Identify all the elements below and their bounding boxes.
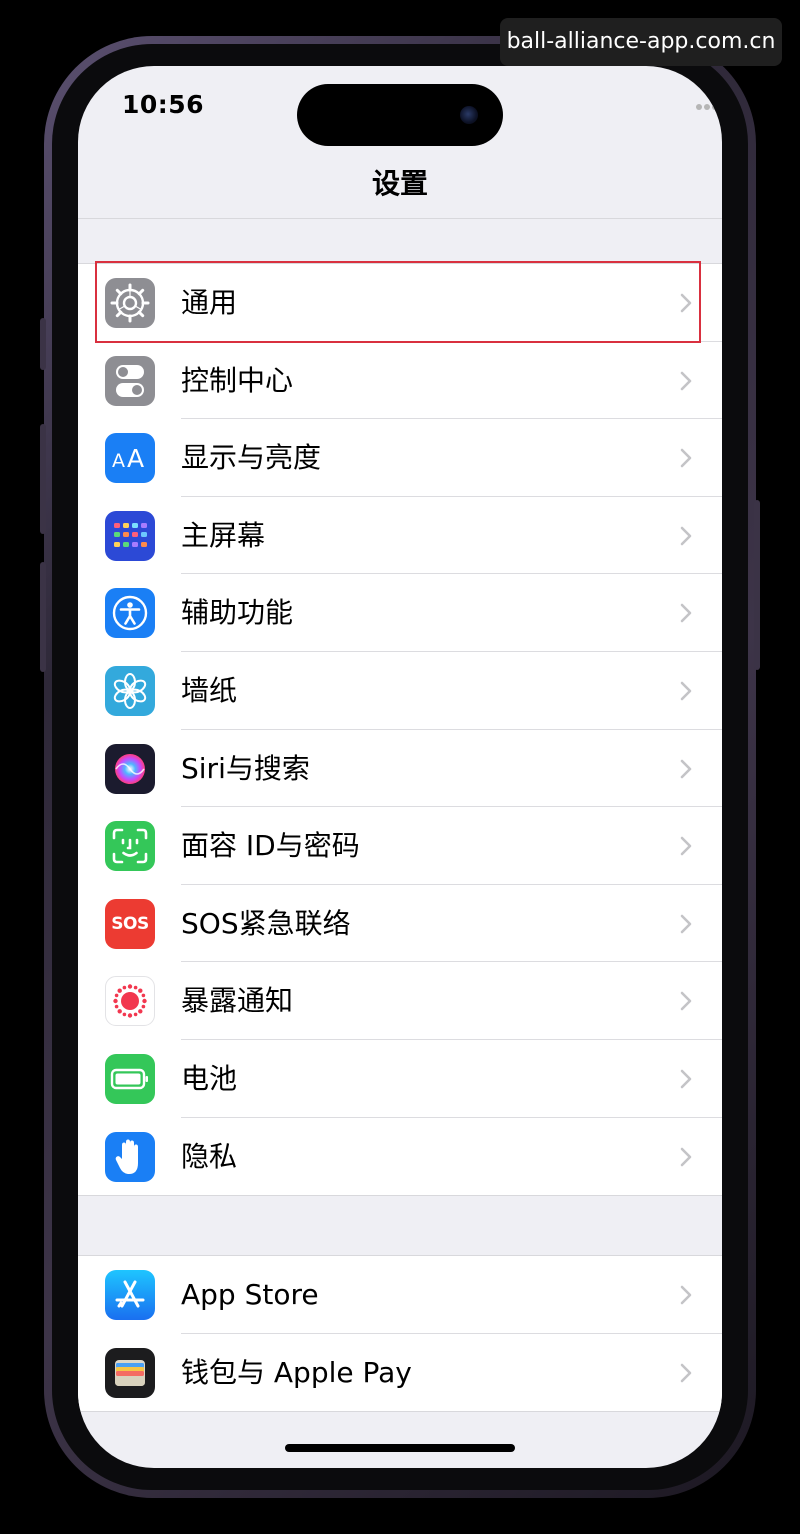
- chevron-right-icon: [680, 1069, 692, 1089]
- sos-icon-text: SOS: [111, 913, 149, 934]
- chevron-right-icon: [680, 604, 692, 623]
- settings-row-face-id-passcode[interactable]: 面容 ID与密码: [78, 807, 722, 885]
- settings-row-control-center[interactable]: 控制中心: [78, 342, 722, 420]
- settings-row-emergency-sos[interactable]: SOS SOS紧急联络: [78, 885, 722, 963]
- chevron-right-icon: [680, 681, 692, 701]
- text-size-icon: A A: [105, 433, 155, 484]
- status-time: 10:56: [122, 90, 205, 119]
- svg-text:A: A: [127, 444, 144, 473]
- exposure-icon: [105, 976, 155, 1027]
- settings-row-privacy[interactable]: 隐私: [78, 1118, 722, 1196]
- settings-row-wallpaper[interactable]: 墙纸: [78, 652, 722, 730]
- settings-row-label: 钱包与 Apple Pay: [181, 1355, 412, 1389]
- settings-row-home-screen[interactable]: 主屏幕: [78, 497, 722, 575]
- app-store-icon: [105, 1270, 155, 1320]
- settings-row-exposure-notifications[interactable]: 暴露通知: [78, 962, 722, 1040]
- chevron-right-icon: [680, 448, 692, 468]
- home-indicator[interactable]: [285, 1444, 515, 1452]
- screen: 10:56 设置 通用 控制中心 A A 显示与亮度 主屏幕 辅助功能 墙纸 S…: [78, 66, 722, 1468]
- chevron-right-icon: [680, 293, 692, 313]
- face-id-icon: [105, 821, 155, 872]
- settings-row-label: App Store: [181, 1278, 319, 1311]
- toggles-icon: [105, 355, 155, 406]
- settings-row-label: 控制中心: [181, 363, 294, 397]
- volume-up-button: [40, 424, 46, 534]
- settings-group-main: 通用 控制中心 A A 显示与亮度 主屏幕 辅助功能 墙纸 Siri与搜索 面容…: [78, 261, 722, 1197]
- settings-row-battery[interactable]: 电池: [78, 1040, 722, 1118]
- page-title: 设置: [371, 167, 428, 200]
- settings-row-label: 电池: [181, 1061, 238, 1095]
- settings-row-display-brightness[interactable]: A A 显示与亮度: [78, 419, 722, 497]
- power-button: [754, 500, 760, 670]
- settings-row-label: 显示与亮度: [181, 441, 322, 475]
- wallet-icon: [105, 1347, 155, 1398]
- chevron-right-icon: [680, 1285, 692, 1305]
- cellular-signal-icon: [696, 104, 722, 112]
- settings-row-label: 通用: [181, 286, 238, 319]
- settings-row-wallet-apple-pay[interactable]: 钱包与 Apple Pay: [78, 1334, 722, 1412]
- sos-icon: SOS: [105, 898, 155, 949]
- watermark: ball-alliance-app.com.cn: [500, 18, 782, 66]
- flower-icon: [105, 665, 155, 716]
- app-grid-icon: [105, 510, 155, 561]
- chevron-right-icon: [680, 1363, 692, 1382]
- settings-group-store: App Store 钱包与 Apple Pay: [78, 1255, 722, 1413]
- settings-row-label: 辅助功能: [181, 596, 294, 630]
- chevron-right-icon: [680, 526, 692, 546]
- hand-icon: [105, 1131, 155, 1182]
- battery-icon: [105, 1053, 155, 1104]
- chevron-right-icon: [680, 992, 692, 1011]
- settings-row-label: SOS紧急联络: [181, 906, 351, 940]
- accessibility-icon: [105, 588, 155, 639]
- chevron-right-icon: [680, 836, 692, 856]
- chevron-right-icon: [680, 914, 692, 934]
- volume-down-button: [40, 562, 46, 672]
- settings-row-siri-search[interactable]: Siri与搜索: [78, 730, 722, 808]
- settings-row-label: 暴露通知: [181, 984, 294, 1018]
- settings-row-label: 隐私: [181, 1139, 238, 1173]
- settings-row-label: 墙纸: [181, 673, 238, 707]
- chevron-right-icon: [680, 371, 692, 390]
- settings-row-label: 面容 ID与密码: [181, 829, 360, 863]
- settings-row-accessibility[interactable]: 辅助功能: [78, 574, 722, 652]
- chevron-right-icon: [680, 759, 692, 778]
- front-camera: [460, 106, 478, 124]
- siri-icon: [105, 743, 155, 794]
- nav-divider: [78, 218, 722, 219]
- settings-row-label: 主屏幕: [181, 518, 266, 552]
- action-button: [40, 318, 46, 370]
- settings-row-label: Siri与搜索: [181, 751, 310, 785]
- gear-icon: [105, 278, 155, 328]
- dynamic-island: [297, 84, 503, 146]
- settings-row-general[interactable]: 通用: [78, 261, 722, 343]
- svg-text:A: A: [112, 450, 125, 472]
- chevron-right-icon: [680, 1147, 692, 1166]
- settings-row-app-store[interactable]: App Store: [78, 1256, 722, 1334]
